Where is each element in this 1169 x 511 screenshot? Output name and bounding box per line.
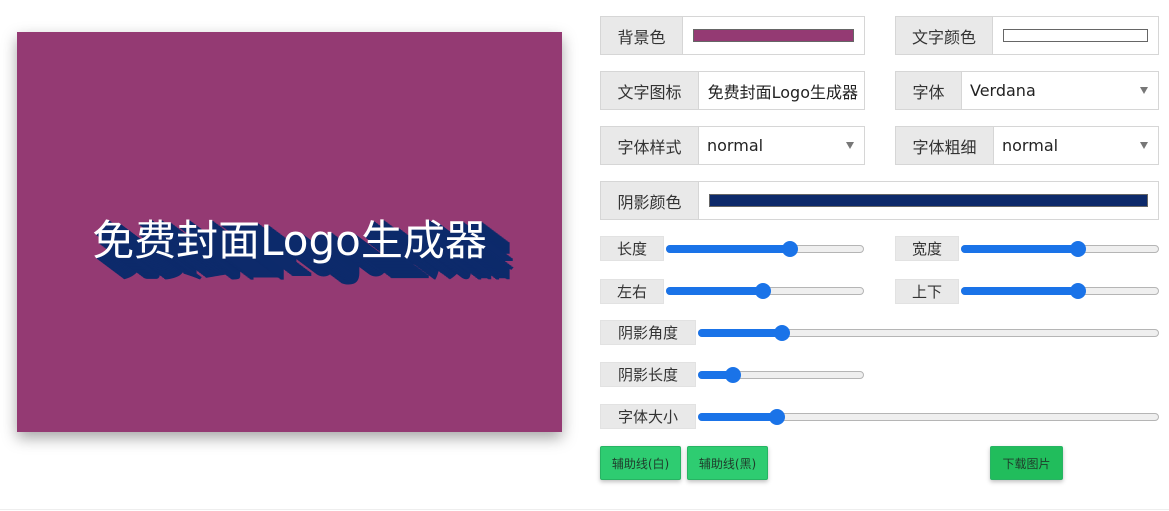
font-weight-field: 字体粗细 normal	[895, 126, 1159, 165]
font-size-label: 字体大小	[600, 404, 696, 429]
font-select-value: Verdana	[970, 81, 1036, 100]
shadow-length-slider[interactable]	[698, 367, 864, 383]
chevron-down-icon	[1140, 87, 1148, 94]
length-slider-fill	[666, 245, 790, 253]
shadow-angle-slider-thumb[interactable]	[774, 325, 790, 341]
font-label: 字体	[896, 72, 962, 109]
font-style-field: 字体样式 normal	[600, 126, 865, 165]
download-image-button[interactable]: 下载图片	[990, 446, 1063, 480]
bg-color-field: 背景色	[600, 16, 865, 55]
text-color-field: 文字颜色	[895, 16, 1159, 55]
bg-color-picker[interactable]	[683, 17, 864, 54]
length-slider-thumb[interactable]	[782, 241, 798, 257]
chevron-down-icon	[846, 142, 854, 149]
shadow-length-label: 阴影长度	[600, 362, 696, 387]
text-icon-label: 文字图标	[601, 72, 699, 109]
font-weight-label: 字体粗细	[896, 127, 994, 164]
width-label: 宽度	[895, 236, 959, 261]
shadow-color-picker[interactable]	[699, 182, 1158, 219]
left-right-slider-fill	[666, 287, 763, 295]
shadow-angle-slider-fill	[698, 329, 782, 337]
shadow-color-field: 阴影颜色	[600, 181, 1159, 220]
guide-black-button[interactable]: 辅助线(黑)	[687, 446, 768, 480]
text-icon-input[interactable]	[699, 72, 864, 109]
shadow-color-swatch[interactable]	[709, 194, 1148, 207]
width-slider-thumb[interactable]	[1070, 241, 1086, 257]
width-slider-fill	[961, 245, 1078, 253]
text-icon-field: 文字图标	[600, 71, 865, 110]
guide-white-button[interactable]: 辅助线(白)	[600, 446, 681, 480]
logo-preview-canvas: 免费封面Logo生成器 免费封面Logo生成器 免费封面Logo生成器 免费封面Log…	[17, 32, 562, 432]
shadow-angle-label: 阴影角度	[600, 320, 696, 345]
logo-text: 免费封面Logo生成器	[92, 216, 487, 265]
font-weight-select[interactable]: normal	[994, 127, 1158, 164]
bg-color-label: 背景色	[601, 17, 683, 54]
logo-text-group: 免费封面Logo生成器 免费封面Logo生成器 免费封面Logo生成器 免费封面Log…	[17, 220, 562, 310]
left-right-slider[interactable]	[666, 283, 864, 299]
up-down-slider-fill	[961, 287, 1078, 295]
up-down-slider[interactable]	[961, 283, 1159, 299]
font-field: 字体 Verdana	[895, 71, 1159, 110]
shadow-angle-slider[interactable]	[698, 325, 1159, 341]
bg-color-swatch[interactable]	[693, 29, 854, 42]
font-style-value: normal	[707, 136, 764, 155]
up-down-slider-thumb[interactable]	[1070, 283, 1086, 299]
shadow-color-label: 阴影颜色	[601, 182, 699, 219]
font-style-select[interactable]: normal	[699, 127, 864, 164]
text-color-picker[interactable]	[993, 17, 1158, 54]
left-right-slider-thumb[interactable]	[755, 283, 771, 299]
shadow-length-slider-thumb[interactable]	[725, 367, 741, 383]
text-color-label: 文字颜色	[896, 17, 993, 54]
length-slider[interactable]	[666, 241, 864, 257]
font-weight-value: normal	[1002, 136, 1059, 155]
font-style-label: 字体样式	[601, 127, 699, 164]
length-label: 长度	[600, 236, 664, 261]
font-size-slider[interactable]	[698, 409, 1159, 425]
text-color-swatch[interactable]	[1003, 29, 1148, 42]
logo-generator: 免费封面Logo生成器 免费封面Logo生成器 免费封面Logo生成器 免费封面Log…	[0, 0, 1169, 511]
font-select[interactable]: Verdana	[962, 72, 1158, 109]
chevron-down-icon	[1140, 142, 1148, 149]
left-right-label: 左右	[600, 279, 664, 304]
page-bottom-divider	[0, 509, 1169, 510]
width-slider[interactable]	[961, 241, 1159, 257]
font-size-slider-thumb[interactable]	[769, 409, 785, 425]
font-size-slider-fill	[698, 413, 777, 421]
up-down-label: 上下	[895, 279, 959, 304]
